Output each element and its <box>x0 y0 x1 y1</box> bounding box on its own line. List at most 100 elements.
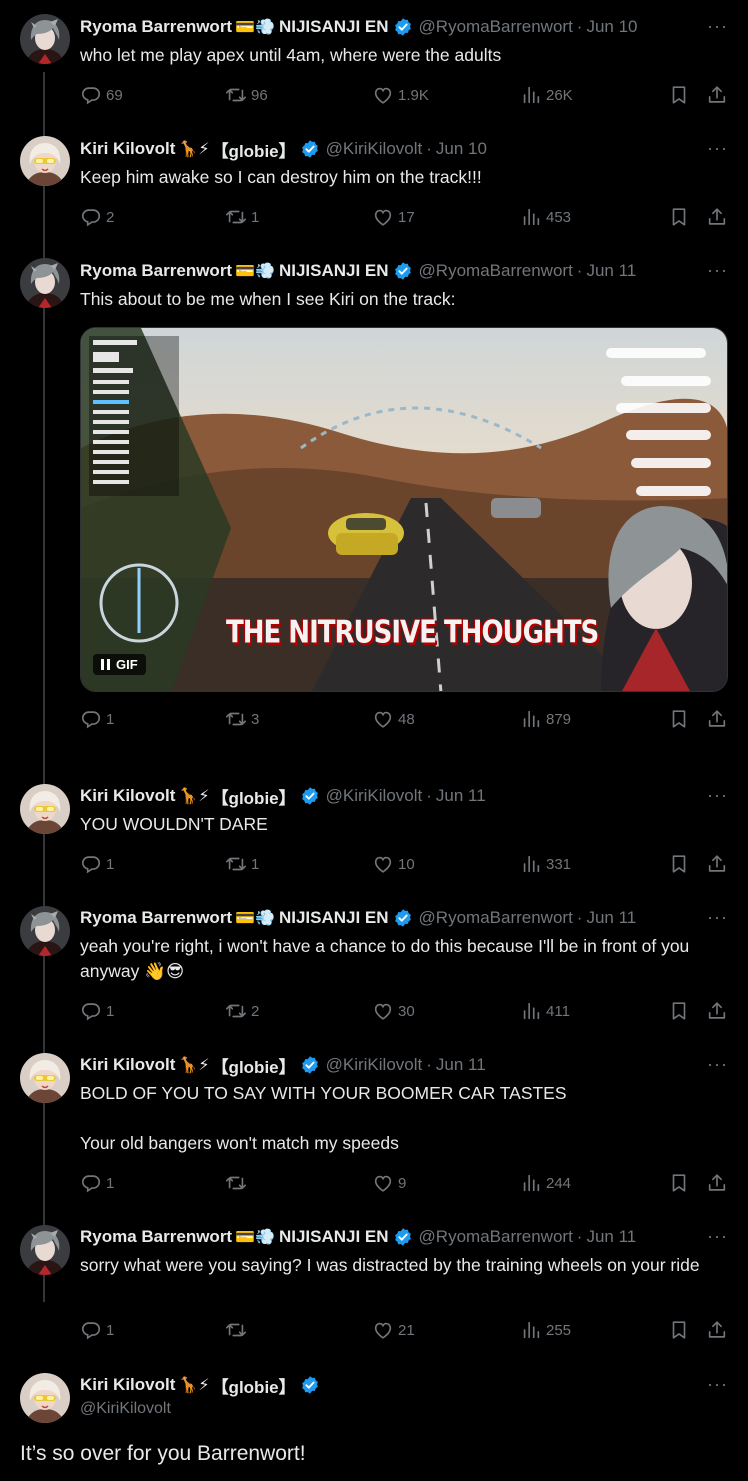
more-icon[interactable]: ··· <box>707 138 728 159</box>
tweet-date[interactable]: Jun 10 <box>586 17 637 37</box>
tweet-date[interactable]: Jun 11 <box>586 908 636 928</box>
like-button[interactable]: 17 <box>372 206 415 228</box>
author-handle[interactable]: @KiriKilovolt <box>326 1055 423 1075</box>
author-affiliation[interactable]: NIJISANJI EN <box>279 908 389 928</box>
like-button[interactable]: 9 <box>372 1172 406 1194</box>
author-name[interactable]: Kiri Kilovolt <box>80 786 175 806</box>
more-icon[interactable]: ··· <box>707 1374 728 1395</box>
share-button[interactable] <box>706 1000 728 1022</box>
author-handle[interactable]: @KiriKilovolt <box>326 139 423 159</box>
author-affiliation[interactable]: 【globie】 <box>212 1053 296 1078</box>
avatar[interactable] <box>20 906 70 956</box>
retweet-button[interactable]: 1 <box>225 853 259 875</box>
like-button[interactable]: 10 <box>372 853 415 875</box>
author-handle[interactable]: @KiriKilovolt <box>326 786 423 806</box>
reply-count: 1 <box>106 710 115 728</box>
gif-media[interactable]: THE NITRUSIVE THOUGHTS GIF <box>80 327 728 692</box>
reply-button[interactable]: 1 <box>80 1172 114 1194</box>
bookmark-button[interactable] <box>668 853 690 875</box>
more-icon[interactable]: ··· <box>707 1054 728 1075</box>
retweet-button[interactable]: 96 <box>225 84 268 106</box>
bookmark-button[interactable] <box>668 84 690 106</box>
name-emoji: 🦒⚡ <box>178 1057 210 1074</box>
tweet-date[interactable]: Jun 10 <box>436 139 487 159</box>
separator-dot: · <box>426 1055 432 1074</box>
avatar[interactable] <box>20 1225 70 1275</box>
reply-button[interactable]: 69 <box>80 84 123 106</box>
like-button[interactable]: 1.9K <box>372 84 429 106</box>
views-button[interactable]: 331 <box>520 853 571 875</box>
author-handle[interactable]: @RyomaBarrenwort <box>419 908 573 928</box>
views-count: 331 <box>546 855 572 873</box>
author-handle[interactable]: @RyomaBarrenwort <box>419 261 573 281</box>
avatar[interactable] <box>20 1053 70 1103</box>
reply-button[interactable]: 1 <box>80 708 114 730</box>
share-button[interactable] <box>706 708 728 730</box>
author-name[interactable]: Kiri Kilovolt <box>80 1375 175 1395</box>
tweet-date[interactable]: Jun 11 <box>436 1055 486 1075</box>
like-button[interactable]: 30 <box>372 1000 415 1022</box>
bookmark-button[interactable] <box>668 206 690 228</box>
views-button[interactable]: 244 <box>520 1172 571 1194</box>
more-icon[interactable]: ··· <box>707 16 728 37</box>
author-name[interactable]: Kiri Kilovolt <box>80 1055 175 1075</box>
author-name[interactable]: Ryoma Barrenwort <box>80 261 232 281</box>
avatar[interactable] <box>20 14 70 64</box>
views-button[interactable]: 255 <box>520 1319 571 1341</box>
reply-button[interactable]: 1 <box>80 853 114 875</box>
bookmark-button[interactable] <box>668 708 690 730</box>
avatar[interactable] <box>20 258 70 308</box>
share-button[interactable] <box>706 84 728 106</box>
author-name[interactable]: Ryoma Barrenwort <box>80 1227 232 1247</box>
retweet-button[interactable] <box>225 1319 251 1341</box>
tweet-date[interactable]: Jun 11 <box>436 786 486 806</box>
more-icon[interactable]: ··· <box>707 260 728 281</box>
gif-pause-button[interactable]: GIF <box>93 654 146 675</box>
author-affiliation[interactable]: 【globie】 <box>212 784 296 809</box>
avatar[interactable] <box>20 136 70 186</box>
views-icon <box>520 84 542 106</box>
retweet-button[interactable]: 3 <box>225 708 259 730</box>
tweet-date[interactable]: Jun 11 <box>586 261 636 281</box>
author-name[interactable]: Ryoma Barrenwort <box>80 908 232 928</box>
author-name[interactable]: Kiri Kilovolt <box>80 139 175 159</box>
like-count: 30 <box>398 1002 415 1020</box>
author-affiliation[interactable]: NIJISANJI EN <box>279 261 389 281</box>
reply-button[interactable]: 1 <box>80 1000 114 1022</box>
author-affiliation[interactable]: 【globie】 <box>212 1373 296 1398</box>
share-button[interactable] <box>706 853 728 875</box>
more-icon[interactable]: ··· <box>707 1226 728 1247</box>
tweet-date[interactable]: Jun 11 <box>586 1227 636 1247</box>
author-handle[interactable]: @RyomaBarrenwort <box>419 1227 573 1247</box>
views-button[interactable]: 26K <box>520 84 573 106</box>
views-count: 453 <box>546 208 572 226</box>
avatar[interactable] <box>20 784 70 834</box>
bookmark-button[interactable] <box>668 1000 690 1022</box>
views-count: 879 <box>546 710 572 728</box>
views-button[interactable]: 453 <box>520 206 571 228</box>
author-handle[interactable]: @RyomaBarrenwort <box>419 17 573 37</box>
author-handle[interactable]: @KiriKilovolt <box>80 1400 171 1418</box>
bookmark-button[interactable] <box>668 1319 690 1341</box>
like-button[interactable]: 48 <box>372 708 415 730</box>
share-button[interactable] <box>706 206 728 228</box>
author-affiliation[interactable]: NIJISANJI EN <box>279 17 389 37</box>
author-name[interactable]: Ryoma Barrenwort <box>80 17 232 37</box>
retweet-button[interactable] <box>225 1172 251 1194</box>
retweet-button[interactable]: 2 <box>225 1000 259 1022</box>
bookmark-button[interactable] <box>668 1172 690 1194</box>
avatar[interactable] <box>20 1373 70 1423</box>
retweet-button[interactable]: 1 <box>225 206 259 228</box>
more-icon[interactable]: ··· <box>707 785 728 806</box>
share-button[interactable] <box>706 1172 728 1194</box>
share-button[interactable] <box>706 1319 728 1341</box>
more-icon[interactable]: ··· <box>707 907 728 928</box>
tweet-text: who let me play apex until 4am, where we… <box>80 45 502 65</box>
like-button[interactable]: 21 <box>372 1319 415 1341</box>
author-affiliation[interactable]: NIJISANJI EN <box>279 1227 389 1247</box>
reply-button[interactable]: 2 <box>80 206 114 228</box>
views-button[interactable]: 411 <box>520 1000 570 1022</box>
author-affiliation[interactable]: 【globie】 <box>212 137 296 162</box>
reply-button[interactable]: 1 <box>80 1319 114 1341</box>
views-button[interactable]: 879 <box>520 708 571 730</box>
